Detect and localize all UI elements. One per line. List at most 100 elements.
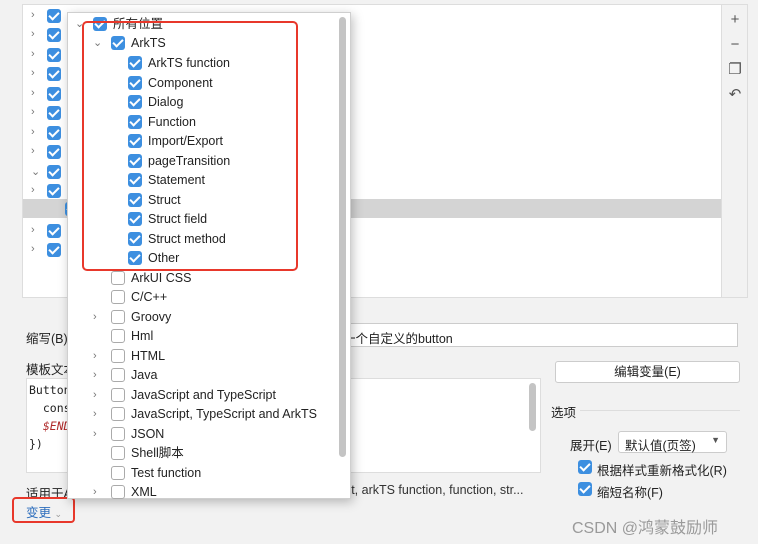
- chevron-right-icon[interactable]: ›: [31, 224, 41, 236]
- checkbox[interactable]: [128, 251, 142, 265]
- item-label: Struct method: [148, 231, 226, 246]
- checkbox[interactable]: [111, 465, 125, 480]
- chevron-right-icon[interactable]: ›: [31, 243, 41, 255]
- checkbox[interactable]: [93, 17, 107, 31]
- chevron-right-icon[interactable]: ›: [93, 405, 103, 424]
- checkbox[interactable]: [128, 212, 142, 226]
- item-label: Import/Export: [148, 134, 224, 148]
- checkbox[interactable]: [128, 134, 142, 148]
- reformat-checkbox[interactable]: [578, 460, 592, 474]
- chevron-right-icon[interactable]: ›: [31, 48, 41, 60]
- checkbox[interactable]: [111, 426, 125, 441]
- checkbox[interactable]: [111, 485, 125, 499]
- chevron-right-icon[interactable]: ›: [31, 145, 41, 157]
- checkbox[interactable]: [111, 407, 125, 421]
- tree-group-checkbox[interactable]: [47, 126, 61, 140]
- checkbox[interactable]: [128, 95, 142, 109]
- tree-group-checkbox[interactable]: [47, 87, 61, 101]
- tree-group-checkbox[interactable]: [47, 224, 61, 238]
- tree-group-checkbox[interactable]: [47, 184, 61, 198]
- abbreviation-label: 缩写(B): [26, 332, 68, 346]
- checkbox[interactable]: [111, 270, 125, 285]
- tree-group-checkbox[interactable]: [47, 165, 61, 179]
- applies-to-value: uct, arkTS function, function, str...: [338, 483, 524, 497]
- chevron-right-icon[interactable]: ›: [93, 386, 103, 405]
- tree-toolbar: + − ❐ ↶: [722, 4, 748, 298]
- options-title: 选项: [551, 406, 577, 420]
- chevron-right-icon[interactable]: ›: [31, 184, 41, 196]
- description-input[interactable]: 一个自定义的button: [338, 323, 738, 347]
- item-label: Test function: [131, 465, 202, 480]
- item-label: Dialog: [148, 95, 184, 109]
- shorten-names-label: 缩短名称(F): [597, 486, 663, 500]
- chevron-down-icon[interactable]: ⌄: [31, 165, 41, 178]
- edit-variables-button[interactable]: 编辑变量(E): [555, 361, 740, 383]
- expand-label: 展开(E): [570, 439, 612, 453]
- expand-value: 默认值(页签): [625, 439, 696, 453]
- item-label: Struct field: [148, 212, 208, 226]
- chevron-right-icon[interactable]: ›: [31, 9, 41, 21]
- reformat-label: 根据样式重新格式化(R): [597, 464, 727, 478]
- tree-group-checkbox[interactable]: [47, 145, 61, 159]
- tree-group-checkbox[interactable]: [47, 48, 61, 62]
- chevron-down-icon[interactable]: ⌄: [93, 34, 103, 53]
- description-value: 一个自定义的button: [343, 332, 453, 346]
- tree-group-checkbox[interactable]: [47, 106, 61, 120]
- item-label: Java: [131, 368, 158, 382]
- checkbox[interactable]: [111, 368, 125, 382]
- change-link-label: 变更: [26, 506, 52, 520]
- chevron-right-icon[interactable]: ›: [93, 425, 103, 444]
- tree-group-checkbox[interactable]: [47, 28, 61, 42]
- chevron-right-icon[interactable]: ›: [31, 28, 41, 40]
- checkbox[interactable]: [111, 329, 125, 343]
- copy-icon[interactable]: ❐: [726, 61, 744, 79]
- expand-select[interactable]: 默认值(页签) ▼: [618, 431, 727, 453]
- item-label: 所有位置: [113, 17, 164, 31]
- chevron-right-icon[interactable]: ›: [93, 308, 103, 327]
- dropdown-arrow-icon: ▼: [711, 435, 720, 445]
- undo-icon[interactable]: ↶: [726, 86, 744, 104]
- chevron-right-icon[interactable]: ›: [93, 347, 103, 366]
- item-label: Component: [148, 75, 213, 90]
- checkbox[interactable]: [128, 75, 142, 90]
- checkbox[interactable]: [111, 36, 125, 50]
- item-label: ArkTS function: [148, 56, 230, 70]
- editor-scrollbar[interactable]: [529, 383, 536, 431]
- item-label: ArkTS: [131, 36, 166, 50]
- applies-to-label: 适用于A: [26, 487, 72, 501]
- item-label: Statement: [148, 173, 205, 187]
- change-contexts-link[interactable]: 变更 ⌄: [26, 502, 62, 521]
- tree-group-checkbox[interactable]: [47, 9, 61, 23]
- chevron-right-icon[interactable]: ›: [93, 366, 103, 385]
- tree-group-checkbox[interactable]: [47, 243, 61, 257]
- checkbox[interactable]: [111, 290, 125, 304]
- checkbox[interactable]: [128, 114, 142, 129]
- checkbox[interactable]: [128, 192, 142, 207]
- item-label: XML: [131, 485, 157, 499]
- item-label: Other: [148, 251, 180, 265]
- shorten-names-checkbox[interactable]: [578, 482, 592, 496]
- checkbox[interactable]: [128, 231, 142, 246]
- checkbox[interactable]: [128, 153, 142, 168]
- chevron-right-icon[interactable]: ›: [31, 126, 41, 138]
- chevron-right-icon[interactable]: ›: [93, 483, 103, 502]
- checkbox[interactable]: [111, 309, 125, 324]
- checkbox[interactable]: [111, 348, 125, 363]
- checkbox[interactable]: [128, 56, 142, 70]
- chevron-down-icon[interactable]: ⌄: [75, 15, 85, 34]
- chevron-right-icon[interactable]: ›: [31, 106, 41, 118]
- checkbox[interactable]: [111, 387, 125, 402]
- tree-group-checkbox[interactable]: [47, 67, 61, 81]
- item-label: Struct: [148, 192, 181, 207]
- item-label: Hml: [131, 329, 154, 343]
- minus-icon[interactable]: −: [726, 36, 744, 54]
- chevron-right-icon[interactable]: ›: [31, 67, 41, 79]
- checkbox[interactable]: [128, 173, 142, 187]
- plus-dropdown-icon[interactable]: +: [726, 11, 744, 29]
- chevron-right-icon[interactable]: ›: [31, 87, 41, 99]
- checkbox[interactable]: [111, 446, 125, 460]
- contexts-popup[interactable]: ⌄ 所有位置 ⌄ ArkTS ArkTS function Component Dialog…: [67, 12, 351, 499]
- item-label: JavaScript, TypeScript and ArkTS: [131, 407, 317, 421]
- item-label: Function: [148, 114, 196, 129]
- popup-scrollbar[interactable]: [339, 17, 346, 457]
